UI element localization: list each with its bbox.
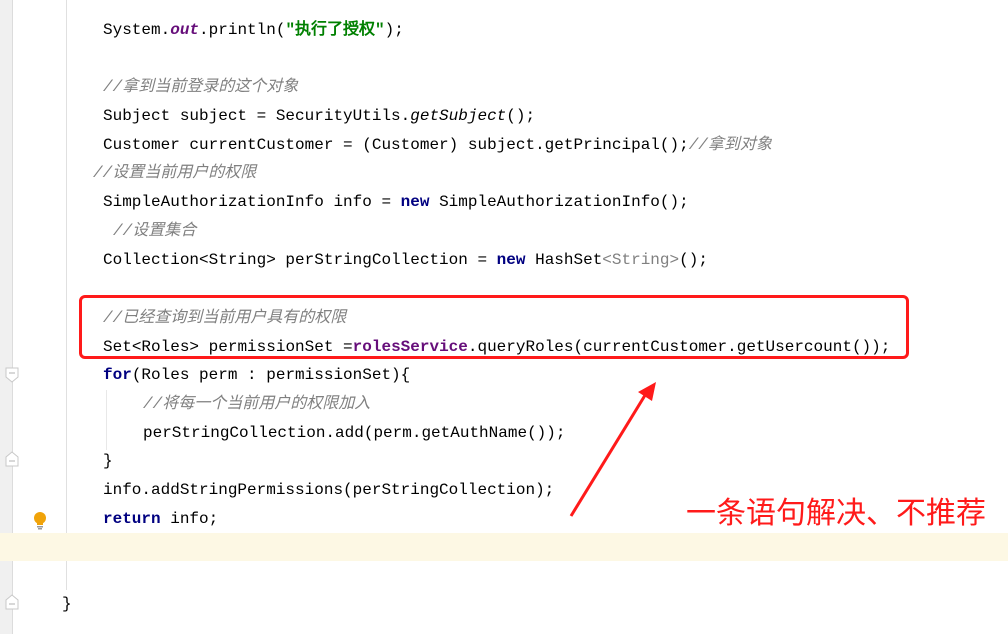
- arrow-icon: [569, 382, 656, 517]
- annotation-text: 一条语句解决、不推荐: [686, 496, 986, 531]
- code-editor[interactable]: System.out.println("执行了授权"); //拿到当前登录的这个…: [0, 0, 1008, 634]
